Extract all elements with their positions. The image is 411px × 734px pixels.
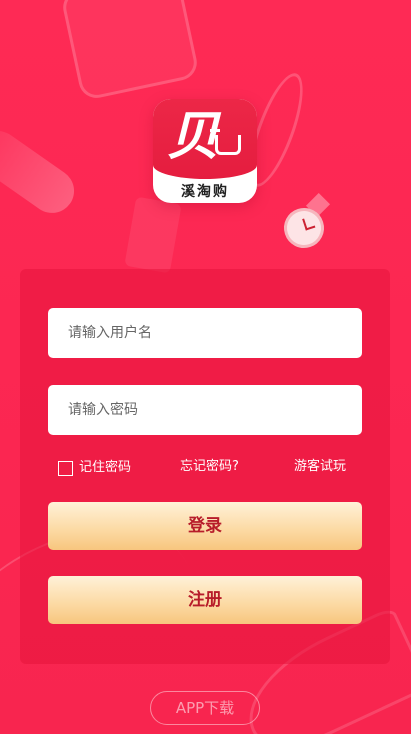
logo-app-name: 溪淘购 (181, 184, 229, 200)
forgot-password-link[interactable]: 忘记密码? (180, 458, 239, 478)
remember-password[interactable]: 记住密码 (58, 458, 131, 478)
app-logo: 贝 溪淘购 (153, 99, 257, 203)
logo-glyph: 贝 (167, 106, 220, 167)
login-button[interactable]: 登录 (48, 502, 362, 550)
app-download-button[interactable]: APP下载 (150, 691, 260, 725)
username-input[interactable] (48, 308, 362, 358)
shopping-cart-icon (210, 129, 241, 155)
decorative-bottle (0, 122, 83, 222)
remember-checkbox[interactable] (58, 460, 73, 476)
decorative-lipstick (124, 196, 182, 274)
register-button[interactable]: 注册 (48, 576, 362, 624)
guest-trial-link[interactable]: 游客试玩 (294, 458, 346, 478)
decorative-bag (59, 0, 201, 102)
password-input[interactable] (48, 385, 362, 435)
remember-label: 记住密码 (79, 460, 132, 475)
